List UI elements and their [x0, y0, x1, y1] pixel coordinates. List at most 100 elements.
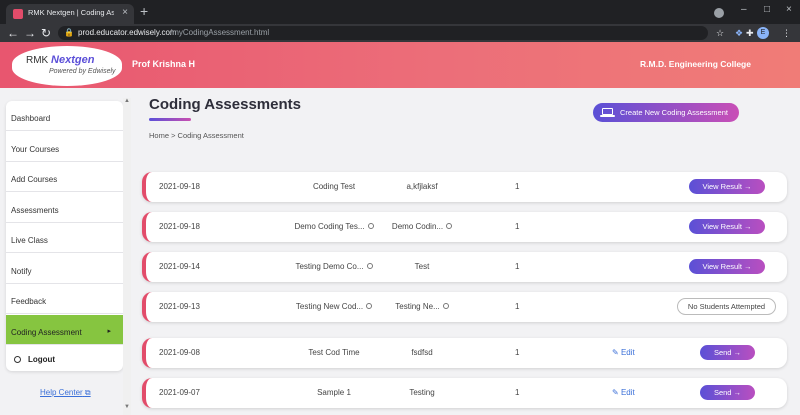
assessment-count: 1	[515, 262, 520, 271]
sidebar-item-label: Notify	[11, 267, 32, 276]
assessment-count: 1	[515, 388, 520, 397]
send-button[interactable]: Send →	[700, 385, 755, 400]
sidebar-item-label: Dashboard	[11, 114, 51, 123]
sidebar-item-label: Your Courses	[11, 145, 60, 154]
view-result-button[interactable]: View Result →	[689, 219, 765, 234]
assessment-description: Testing Ne...	[395, 302, 440, 311]
teacher-name: Prof Krishna H	[132, 59, 196, 69]
logout-button[interactable]: Logout	[6, 347, 123, 371]
college-name: R.M.D. Engineering College	[640, 59, 751, 69]
scroll-up-icon[interactable]: ▲	[124, 98, 130, 104]
send-button[interactable]: Send →	[700, 345, 755, 360]
sidebar: Dashboard Your Courses Add Courses Asses…	[6, 101, 123, 371]
sidebar-item-add-courses[interactable]: Add Courses	[6, 162, 123, 192]
sidebar-item-feedback[interactable]: Feedback	[6, 284, 123, 314]
info-icon[interactable]	[366, 303, 373, 309]
info-icon[interactable]	[446, 223, 453, 229]
assessment-name: Testing Demo Co...	[295, 262, 364, 271]
profile-avatar-icon[interactable]: E	[757, 27, 769, 39]
bookmark-star-icon[interactable]: ☆	[716, 27, 724, 39]
title-underline	[149, 118, 191, 121]
view-result-button[interactable]: View Result →	[689, 259, 765, 274]
url-host: prod.educator.edwisely.com	[78, 28, 177, 37]
assessment-row: 2021-09-07 Sample 1 Testing 1 ✎ Edit Sen…	[142, 378, 787, 408]
edit-label: Edit	[620, 348, 635, 357]
breadcrumb: Home > Coding Assessment	[149, 131, 244, 140]
edit-button[interactable]: ✎ Edit	[612, 348, 635, 357]
address-bar[interactable]: 🔒 prod.educator.edwisely.com /myCodingAs…	[58, 26, 708, 40]
create-coding-assessment-button[interactable]: Create New Coding Assessment	[593, 103, 739, 122]
assessment-name: Sample 1	[317, 388, 351, 397]
assessment-name: Coding Test	[312, 182, 356, 191]
sidebar-item-assessments[interactable]: Assessments	[6, 193, 123, 223]
external-link-icon: ⧉	[84, 388, 91, 397]
assessment-name: Test Cod Time	[308, 348, 360, 357]
assessment-date: 2021-09-08	[159, 348, 200, 357]
back-icon[interactable]: ←	[7, 25, 19, 41]
edit-icon: ✎	[612, 348, 619, 357]
help-center-link[interactable]: Help Center ⧉	[40, 388, 91, 398]
sidebar-item-your-courses[interactable]: Your Courses	[6, 132, 123, 162]
assessment-name: Testing New Cod...	[295, 302, 364, 311]
sidebar-item-label: Add Courses	[11, 175, 58, 184]
forward-icon[interactable]: →	[24, 25, 36, 41]
assessment-date: 2021-09-14	[159, 262, 200, 271]
reload-icon[interactable]: ↻	[41, 25, 51, 41]
info-icon[interactable]	[366, 263, 373, 269]
sidebar-item-live-class[interactable]: Live Class	[6, 223, 123, 253]
view-result-button[interactable]: View Result →	[689, 179, 765, 194]
browser-tab[interactable]: RMK Nextgen | Coding Assessm ×	[6, 4, 134, 24]
puzzle-icon[interactable]: ✚	[746, 27, 754, 39]
app-header: RMK Nextgen Powered by Edwisely Prof Kri…	[0, 42, 800, 88]
sidebar-item-notify[interactable]: Notify	[6, 254, 123, 284]
tab-search-icon[interactable]	[714, 8, 724, 18]
sidebar-item-label: Assessments	[11, 206, 59, 215]
logout-label: Logout	[28, 355, 56, 364]
sidebar-item-label: Coding Assessment	[11, 328, 82, 337]
assessment-row: 2021-09-18 Coding Test a,kfjlaksf 1 View…	[142, 172, 787, 202]
assessment-count: 1	[515, 348, 520, 357]
extension-icon[interactable]: ❖	[735, 27, 743, 39]
browser-tabbar: RMK Nextgen | Coding Assessm × + – □ ×	[0, 0, 800, 24]
assessment-date: 2021-09-18	[159, 182, 200, 191]
edit-label: Edit	[620, 388, 635, 397]
sidebar-item-dashboard[interactable]: Dashboard	[6, 101, 123, 131]
assessment-row: 2021-09-08 Test Cod Time fsdfsd 1 ✎ Edit…	[142, 338, 787, 368]
assessment-description: a,kfjlaksf	[406, 182, 438, 191]
logo-brand: Nextgen	[51, 54, 95, 66]
logo-tagline: Powered by Edwisely	[49, 68, 116, 75]
sidebar-item-coding-assessment[interactable]: Coding Assessment ▸	[6, 315, 123, 345]
tab-title: RMK Nextgen | Coding Assessm	[28, 8, 114, 17]
assessment-name: Demo Coding Tes...	[294, 222, 365, 231]
assessment-row: 2021-09-14 Testing Demo Co... Test 1 Vie…	[142, 252, 787, 282]
page-title: Coding Assessments	[149, 96, 301, 113]
caret-right-icon: ▸	[107, 328, 111, 335]
assessment-count: 1	[515, 182, 520, 191]
logo-prefix: RMK	[26, 55, 49, 66]
url-path: /myCodingAssessment.html	[170, 28, 270, 37]
power-icon	[14, 356, 21, 363]
info-icon[interactable]	[367, 223, 374, 229]
new-tab-icon[interactable]: +	[140, 3, 148, 19]
close-window-icon[interactable]: ×	[786, 2, 792, 18]
assessment-row: 2021-09-13 Testing New Cod... Testing Ne…	[142, 292, 787, 322]
app-logo[interactable]: RMK Nextgen Powered by Edwisely	[12, 46, 122, 86]
assessment-date: 2021-09-07	[159, 388, 200, 397]
browser-toolbar: ← → ↻ 🔒 prod.educator.edwisely.com /myCo…	[0, 24, 800, 42]
assessment-description: fsdfsd	[411, 348, 433, 357]
assessment-description: Test	[414, 262, 430, 271]
browser-menu-icon[interactable]: ⋮	[782, 27, 791, 39]
sidebar-scrollbar[interactable]: ▲ ▼	[123, 98, 131, 415]
laptop-icon	[602, 108, 613, 115]
edit-button[interactable]: ✎ Edit	[612, 388, 635, 397]
no-students-badge: No Students Attempted	[677, 298, 776, 315]
maximize-icon[interactable]: □	[764, 2, 770, 18]
sidebar-item-label: Feedback	[11, 297, 47, 306]
assessment-description: Demo Codin...	[391, 222, 444, 231]
scroll-down-icon[interactable]: ▼	[124, 404, 130, 410]
info-icon[interactable]	[442, 303, 449, 309]
minimize-icon[interactable]: –	[741, 2, 747, 18]
help-center-label: Help Center	[40, 388, 83, 397]
assessment-date: 2021-09-13	[159, 302, 200, 311]
tab-close-icon[interactable]: ×	[122, 6, 128, 20]
